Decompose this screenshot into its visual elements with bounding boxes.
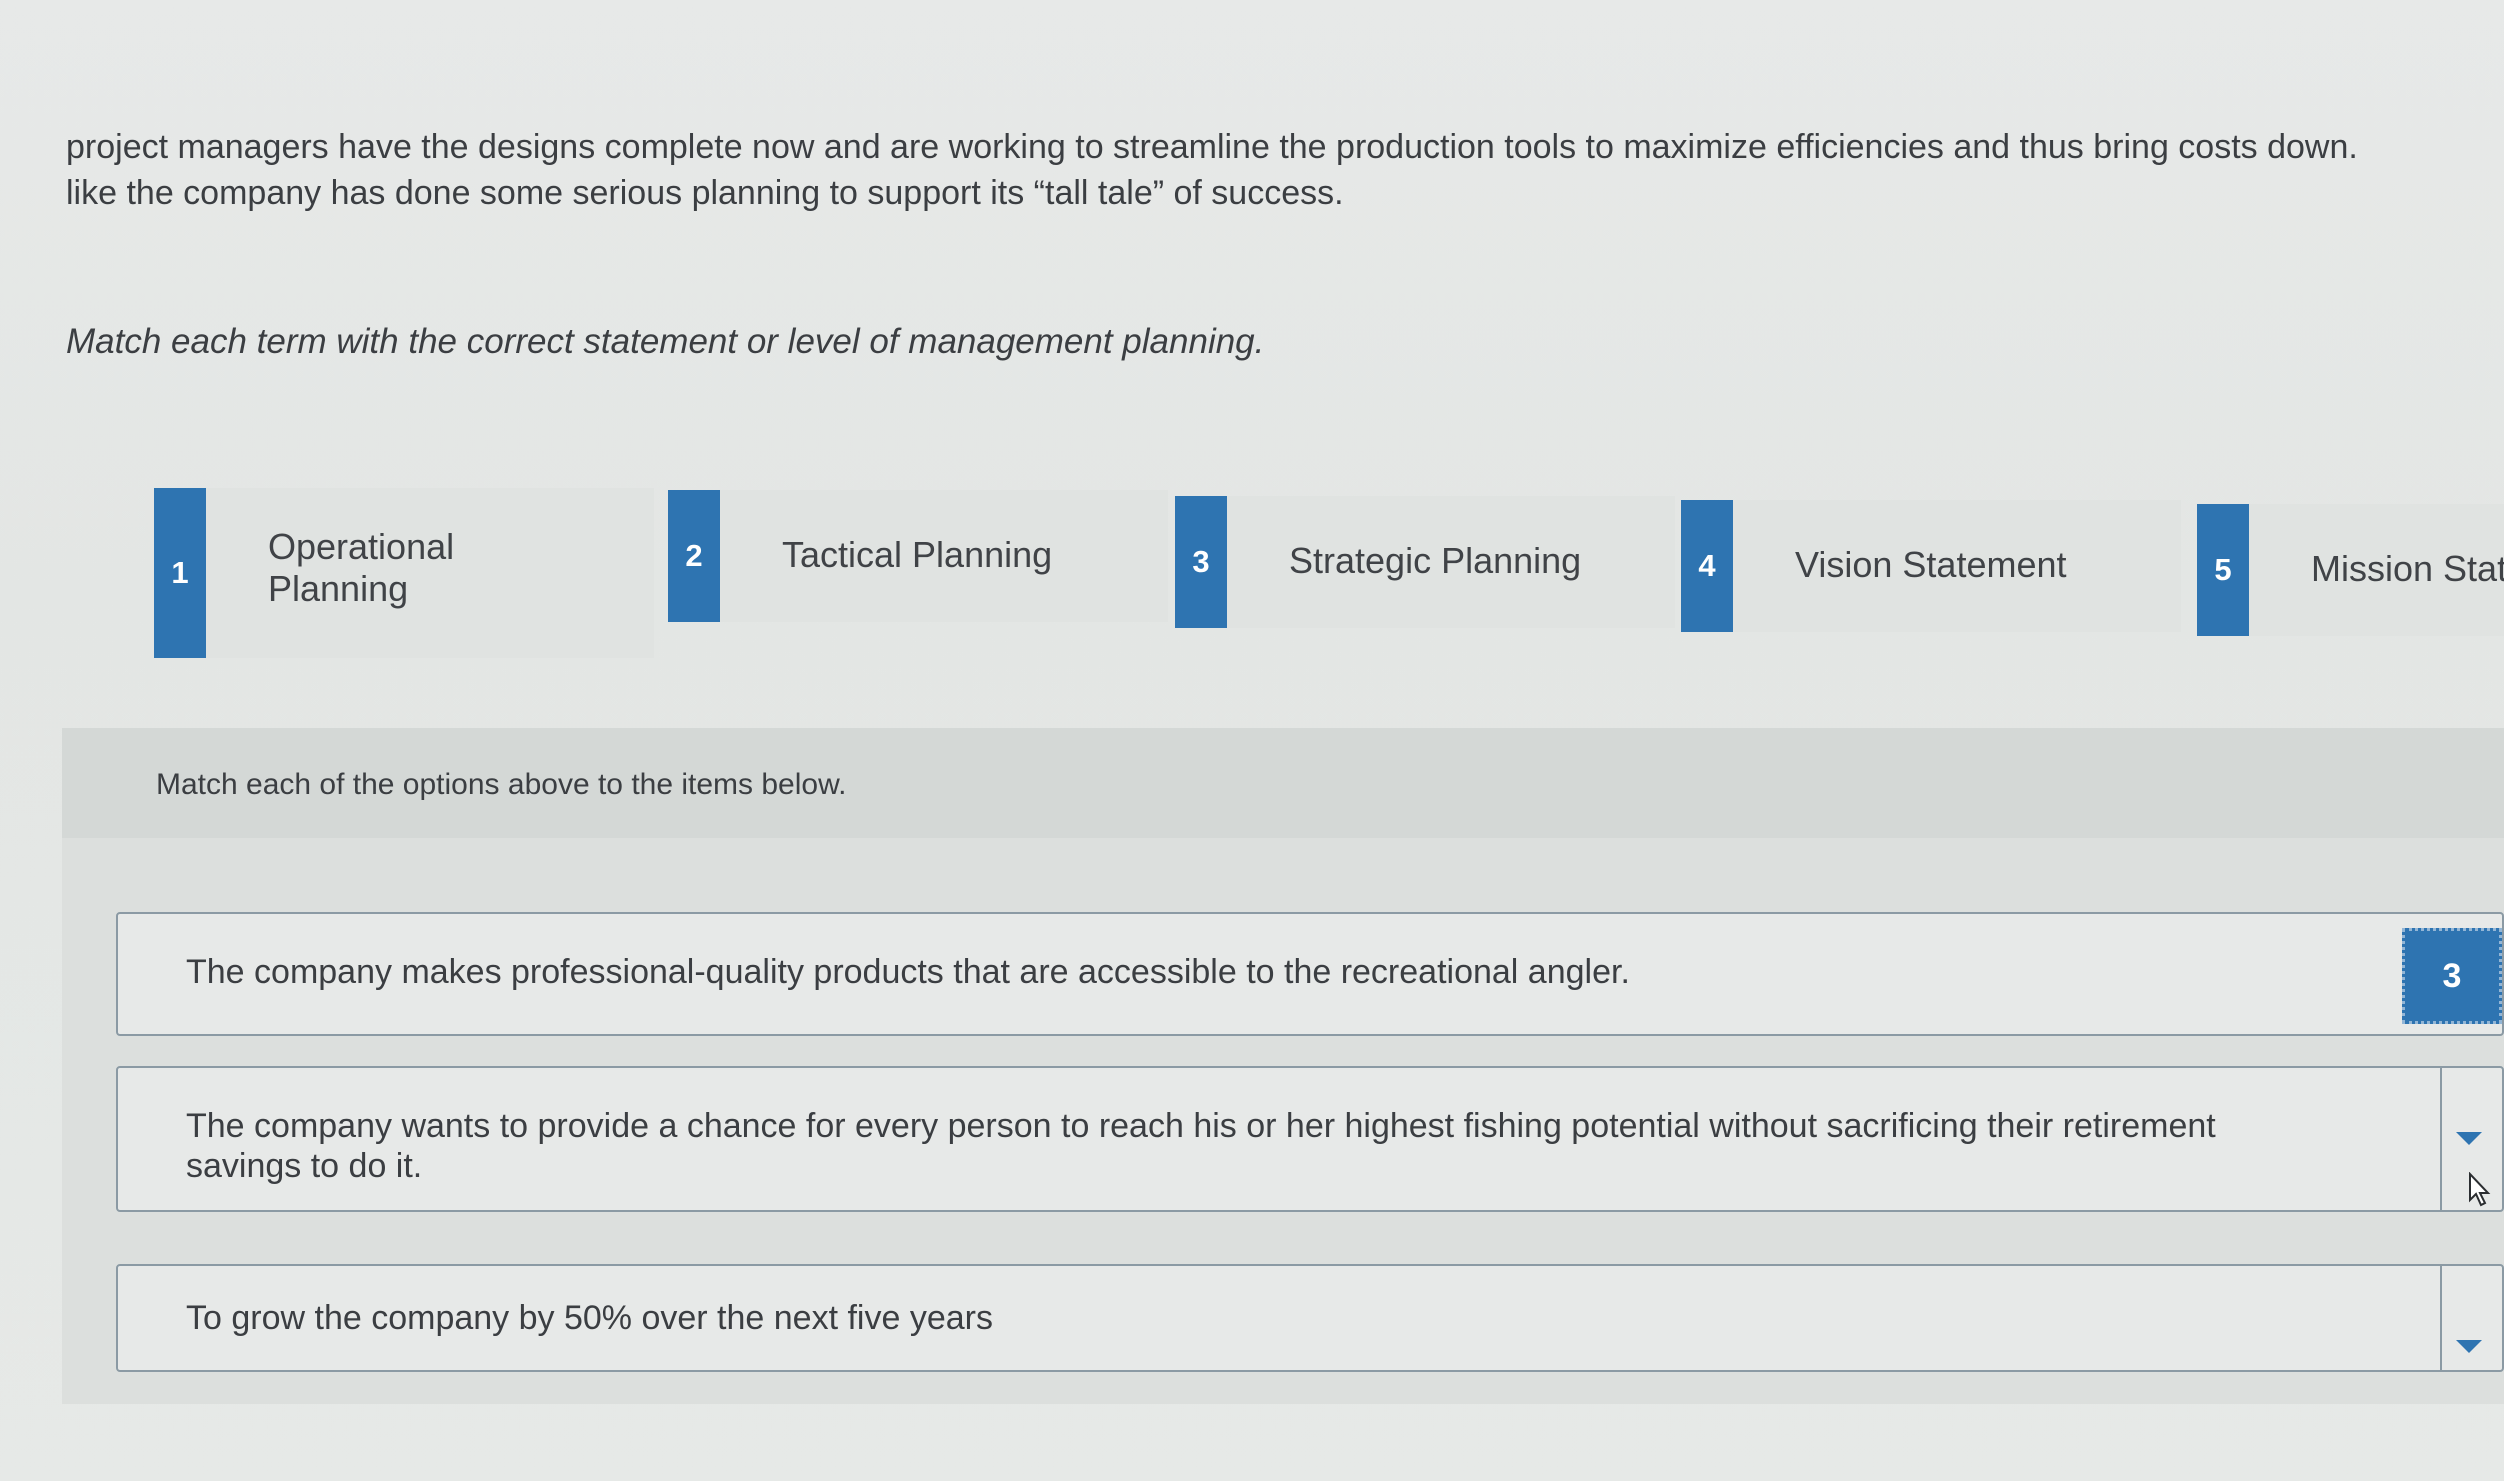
- question-passage: project managers have the designs comple…: [66, 124, 2504, 216]
- question-prompt: Match each term with the correct stateme…: [66, 322, 1265, 361]
- term-label-5: Mission Stat: [2311, 548, 2504, 589]
- caret-down-icon[interactable]: [2456, 1340, 2482, 1353]
- term-label-4: Vision Statement: [1795, 544, 2067, 585]
- match-item-text-1: The company makes professional-quality p…: [186, 953, 1630, 991]
- passage-line-2: like the company has done some serious p…: [66, 174, 1344, 212]
- answer-dropzone-1[interactable]: 3: [2402, 928, 2502, 1024]
- match-row-1[interactable]: The company makes professional-quality p…: [116, 912, 2504, 1036]
- passage-line-1: project managers have the designs comple…: [66, 128, 2358, 166]
- term-number-1: 1: [154, 488, 206, 658]
- term-label-1: Operational Planning: [268, 526, 455, 609]
- dropdown-divider-3: [2440, 1266, 2442, 1370]
- matching-panel: Match each of the options above to the i…: [62, 728, 2504, 1404]
- term-number-4: 4: [1681, 500, 1733, 632]
- term-number-5: 5: [2197, 504, 2249, 636]
- term-card-1[interactable]: 1 Operational Planning: [154, 488, 654, 658]
- dropdown-divider-2: [2440, 1068, 2442, 1210]
- match-item-text-2: The company wants to provide a chance fo…: [186, 1107, 2216, 1185]
- term-label-3: Strategic Planning: [1289, 540, 1582, 581]
- term-card-2[interactable]: 2 Tactical Planning: [668, 490, 1168, 622]
- term-card-3[interactable]: 3 Strategic Planning: [1175, 496, 1675, 628]
- term-card-4[interactable]: 4 Vision Statement: [1681, 500, 2181, 632]
- match-item-text-3: To grow the company by 50% over the next…: [186, 1299, 993, 1337]
- match-row-2[interactable]: The company wants to provide a chance fo…: [116, 1066, 2504, 1212]
- term-label-2: Tactical Planning: [782, 534, 1053, 575]
- mouse-pointer-icon: [2469, 1172, 2491, 1207]
- caret-down-icon[interactable]: [2456, 1132, 2482, 1145]
- instructions-text: Match each of the options above to the i…: [156, 768, 847, 801]
- term-card-5[interactable]: 5 Mission Stat: [2197, 504, 2504, 636]
- term-number-3: 3: [1175, 496, 1227, 628]
- match-row-3[interactable]: To grow the company by 50% over the next…: [116, 1264, 2504, 1372]
- term-number-2: 2: [668, 490, 720, 622]
- instructions-band: Match each of the options above to the i…: [62, 728, 2504, 838]
